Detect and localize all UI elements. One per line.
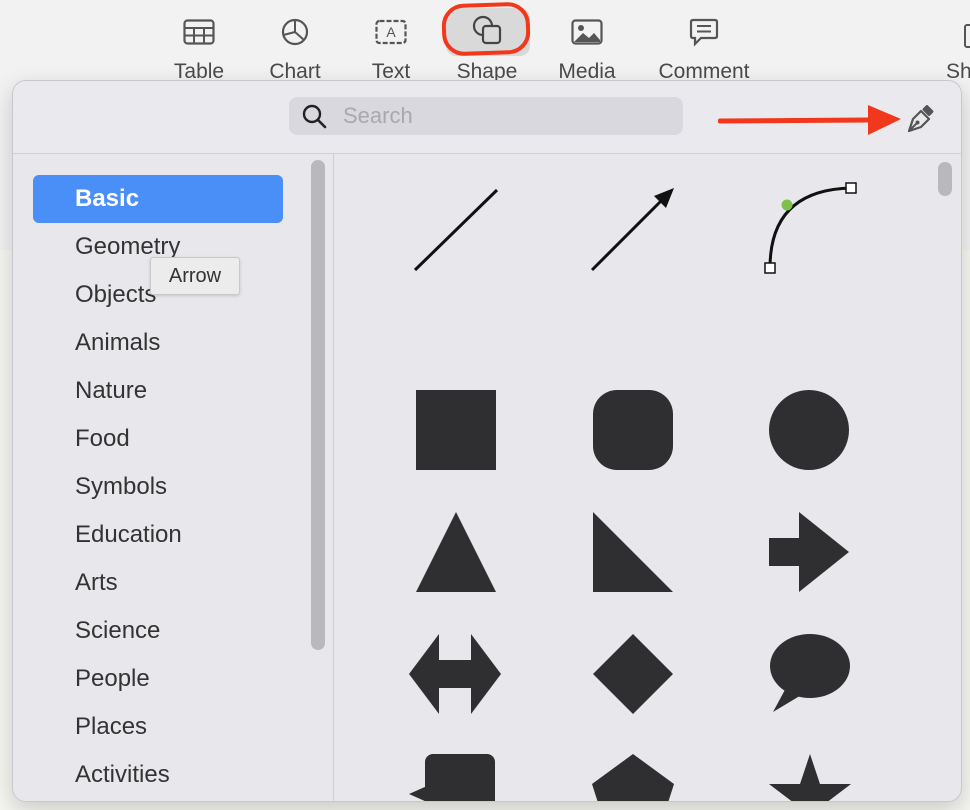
shape-double-arrow[interactable] (405, 624, 505, 724)
category-sidebar: Basic Geometry Objects Animals Nature Fo… (13, 154, 334, 801)
sidebar-scrollbar[interactable] (311, 160, 325, 650)
shape-pentagon[interactable] (582, 744, 682, 802)
toolbar-text-button[interactable]: A Text (341, 0, 441, 90)
svg-text:A: A (386, 24, 396, 40)
pen-tool-button[interactable] (903, 103, 937, 137)
shape-grid (334, 154, 961, 801)
shape-right-triangle[interactable] (582, 502, 682, 602)
comment-icon (684, 14, 724, 50)
shape-grid-scrollbar[interactable] (938, 162, 952, 196)
toolbar-share-button[interactable]: Sh (940, 0, 970, 90)
shape-arrow[interactable] (759, 502, 859, 602)
category-education[interactable]: Education (33, 511, 283, 559)
search-field[interactable] (289, 97, 683, 135)
category-animals[interactable]: Animals (33, 319, 283, 367)
shape-curve[interactable] (759, 182, 859, 282)
search-input[interactable] (341, 102, 665, 130)
category-people[interactable]: People (33, 655, 283, 703)
pen-icon (907, 105, 934, 133)
shape-diamond[interactable] (582, 624, 682, 724)
shape-square[interactable] (405, 380, 505, 480)
share-icon (964, 24, 970, 48)
shape-circle[interactable] (759, 380, 859, 480)
popover-header (13, 81, 961, 154)
tooltip: Arrow (150, 257, 240, 295)
shape-line[interactable] (405, 182, 505, 282)
category-arts[interactable]: Arts (33, 559, 283, 607)
shape-triangle[interactable] (405, 502, 505, 602)
category-basic[interactable]: Basic (33, 175, 283, 223)
category-science[interactable]: Science (33, 607, 283, 655)
table-icon (179, 14, 219, 50)
toolbar-media-button[interactable]: Media (537, 0, 637, 90)
category-nature[interactable]: Nature (33, 367, 283, 415)
shape-library-popover: Basic Geometry Objects Animals Nature Fo… (12, 80, 962, 802)
red-annotation-arrow (718, 105, 901, 135)
category-food[interactable]: Food (33, 415, 283, 463)
media-icon (567, 14, 607, 50)
red-annotation-circle (441, 1, 531, 57)
search-icon (301, 102, 329, 130)
toolbar-table-button[interactable]: Table (149, 0, 249, 90)
category-symbols[interactable]: Symbols (33, 463, 283, 511)
toolbar-chart-button[interactable]: Chart (245, 0, 345, 90)
shape-speech-bubble[interactable] (759, 624, 859, 724)
shape-rounded-square[interactable] (582, 380, 682, 480)
text-box-icon: A (371, 14, 411, 50)
chart-icon (275, 14, 315, 50)
category-places[interactable]: Places (33, 703, 283, 751)
shape-star[interactable] (759, 744, 859, 802)
shape-callout-square[interactable] (405, 744, 505, 802)
toolbar-comment-button[interactable]: Comment (654, 0, 754, 90)
shape-arrow-line[interactable] (582, 182, 682, 282)
category-activities[interactable]: Activities (33, 751, 283, 799)
